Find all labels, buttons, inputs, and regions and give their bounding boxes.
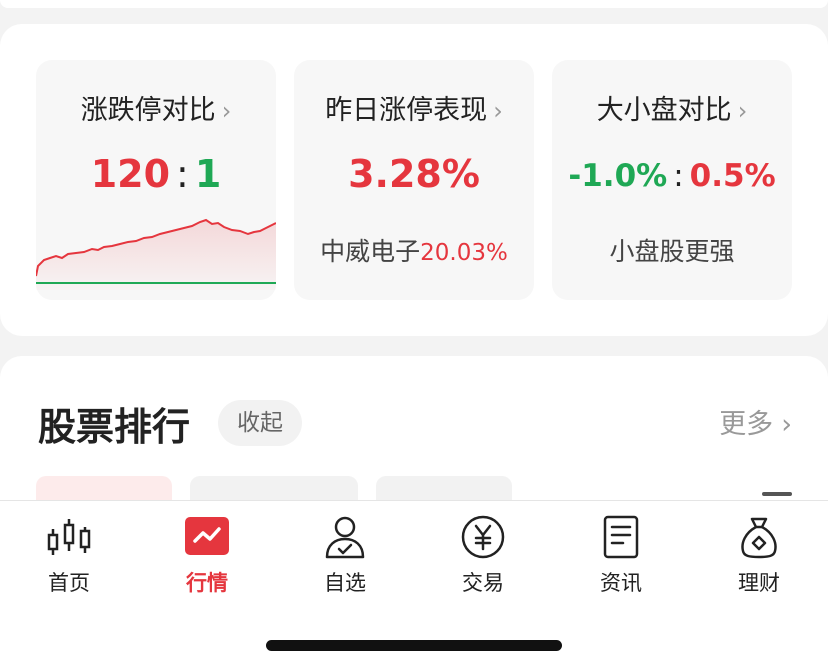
tab-trade[interactable]: 交易 bbox=[428, 513, 538, 603]
chevron-right-icon: › bbox=[493, 97, 503, 125]
top-stock-pct: 20.03% bbox=[420, 240, 508, 266]
top-stock: 中威电子20.03% bbox=[294, 232, 534, 268]
chevron-right-icon: › bbox=[221, 97, 232, 125]
candlestick-icon bbox=[47, 519, 91, 555]
money-bag-icon bbox=[741, 517, 777, 559]
limit-up-count: 120 bbox=[90, 152, 171, 196]
more-link[interactable]: 更多 › bbox=[719, 402, 792, 441]
small-cap-change: 0.5% bbox=[689, 158, 776, 194]
tab-label: 交易 bbox=[462, 571, 504, 595]
yesterday-limit-up-card[interactable]: 昨日涨停表现 › 3.28% 中威电子20.03% bbox=[294, 60, 534, 300]
cap-size-compare-card[interactable]: 大小盘对比 › -1.0%:0.5% 小盘股更强 bbox=[552, 60, 792, 300]
card-title: 涨跌停对比 › bbox=[80, 95, 232, 126]
tab-wealth[interactable]: 理财 bbox=[704, 513, 814, 603]
collapse-button[interactable]: 收起 bbox=[218, 400, 302, 446]
tab-market[interactable]: 行情 bbox=[152, 513, 262, 603]
yen-icon bbox=[461, 515, 505, 559]
ratio-separator: : bbox=[673, 158, 684, 194]
limit-trend-sparkline bbox=[36, 218, 276, 290]
large-cap-change: -1.0% bbox=[568, 158, 668, 194]
section-title: 股票排行 bbox=[38, 405, 191, 449]
document-icon bbox=[603, 515, 639, 559]
tab-news[interactable]: 资讯 bbox=[566, 513, 676, 603]
tab-watchlist[interactable]: 自选 bbox=[290, 513, 400, 603]
tab-label: 资讯 bbox=[600, 571, 642, 595]
menu-icon[interactable] bbox=[762, 492, 792, 496]
market-stats-panel: 涨跌停对比 › 120:1 昨日涨停表现 › 3.28% 中威电子20.03% 大小… bbox=[0, 24, 828, 336]
user-check-icon bbox=[325, 516, 365, 559]
card-title: 昨日涨停表现 › bbox=[325, 95, 503, 126]
cap-ratio: -1.0%:0.5% bbox=[552, 158, 792, 194]
tab-label: 首页 bbox=[48, 571, 90, 595]
ratio-separator: : bbox=[176, 152, 189, 196]
limit-up-down-card[interactable]: 涨跌停对比 › 120:1 bbox=[36, 60, 276, 300]
cap-conclusion: 小盘股更强 bbox=[609, 237, 735, 266]
card-title: 大小盘对比 › bbox=[596, 95, 748, 126]
limit-down-count: 1 bbox=[194, 152, 222, 196]
tab-label: 理财 bbox=[738, 571, 780, 595]
limit-ratio: 120:1 bbox=[36, 152, 276, 196]
tab-home[interactable]: 首页 bbox=[14, 513, 124, 603]
chevron-right-icon: › bbox=[781, 409, 792, 440]
avg-return-value: 3.28% bbox=[348, 152, 480, 196]
tab-label: 自选 bbox=[324, 571, 366, 595]
tab-label: 行情 bbox=[186, 571, 228, 595]
market-chart-icon bbox=[185, 517, 229, 555]
home-indicator[interactable] bbox=[266, 640, 562, 651]
chevron-right-icon: › bbox=[737, 97, 748, 125]
top-stock-name: 中威电子 bbox=[320, 237, 421, 266]
previous-panel-edge bbox=[0, 0, 828, 8]
